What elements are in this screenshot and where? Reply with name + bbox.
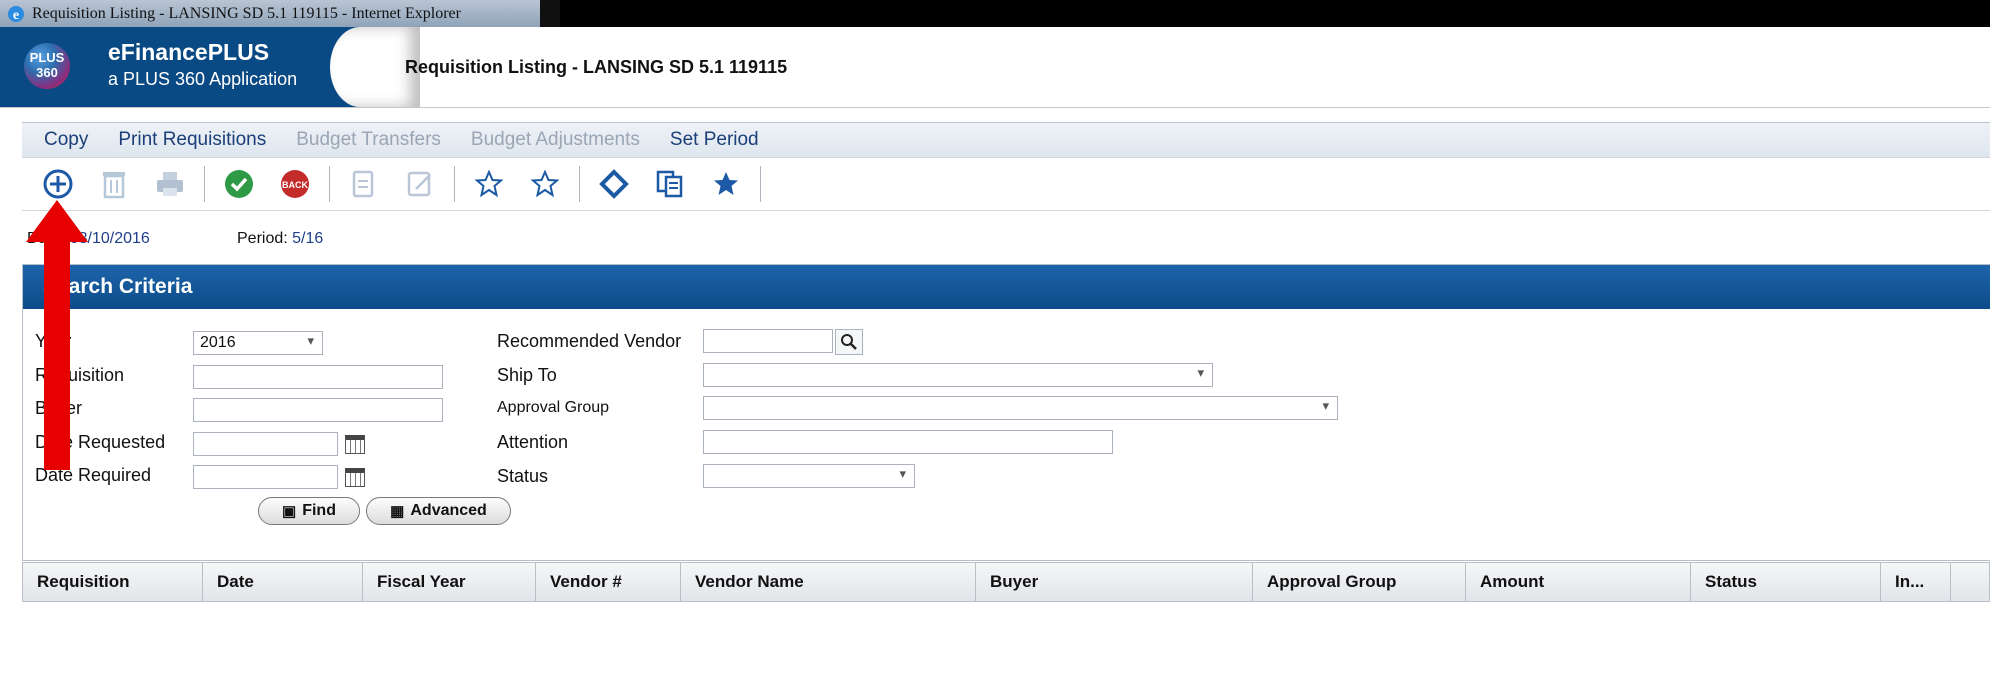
column-header-fiscal-year[interactable]: Fiscal Year [363, 563, 536, 601]
period-value[interactable]: 5/16 [292, 230, 323, 247]
product-name: eFinancePLUS [108, 39, 270, 65]
buyer-input[interactable] [193, 398, 443, 422]
column-header-date[interactable]: Date [203, 563, 363, 601]
calendar-icon[interactable] [345, 468, 365, 487]
search-criteria-panel: Search Criteria Year 2016 Requisition Bu… [22, 264, 1990, 561]
period-label: Period: [237, 230, 288, 247]
requisition-input[interactable] [193, 365, 443, 389]
search-criteria-heading: Search Criteria [23, 265, 1990, 309]
delete-button[interactable] [94, 164, 134, 204]
column-header-approval-group[interactable]: Approval Group [1253, 563, 1466, 601]
brand-area: PLUS 360 eFinancePLUS a PLUS 360 Applica… [0, 27, 360, 107]
notes-icon [407, 171, 431, 197]
column-header-status[interactable]: Status [1691, 563, 1881, 601]
window-title-bar: e Requisition Listing - LANSING SD 5.1 1… [0, 0, 1990, 27]
edit-document-button[interactable] [344, 164, 384, 204]
recommended-vendor-label: Recommended Vendor [497, 331, 682, 351]
favorite-2-button[interactable] [525, 164, 565, 204]
date-required-input[interactable] [193, 465, 338, 489]
diamond-icon [599, 169, 629, 199]
approval-group-select[interactable] [703, 396, 1338, 420]
annotation-arrow [26, 200, 88, 470]
column-header-buyer[interactable]: Buyer [976, 563, 1253, 601]
plus360-logo: PLUS 360 [24, 43, 70, 89]
column-header-vendor-name[interactable]: Vendor Name [681, 563, 976, 601]
menu-item-budget-adjustments: Budget Adjustments [470, 129, 640, 150]
advanced-button[interactable]: ▦ Advanced [366, 497, 511, 525]
print-button[interactable] [150, 164, 190, 204]
svg-text:BACK: BACK [282, 180, 308, 190]
attention-input[interactable] [703, 430, 1113, 454]
binoculars-icon: ▣ [282, 503, 297, 520]
ok-button[interactable] [219, 164, 259, 204]
copy-pages-icon [656, 170, 683, 198]
toolbar: BACK [22, 157, 1990, 211]
year-select[interactable]: 2016 [193, 331, 323, 355]
diamond-button[interactable] [594, 164, 634, 204]
ship-to-select[interactable] [703, 363, 1213, 387]
favorite-button[interactable] [469, 164, 509, 204]
column-header-in[interactable]: In... [1881, 563, 1951, 601]
toolbar-separator [329, 166, 330, 202]
ship-to-label: Ship To [497, 365, 557, 385]
attention-label: Attention [497, 432, 569, 452]
add-icon [43, 169, 73, 199]
column-header-requisition[interactable]: Requisition [23, 563, 203, 601]
toolbar-separator [579, 166, 580, 202]
back-button[interactable]: BACK [275, 164, 315, 204]
menu-item-set-period[interactable]: Set Period [670, 129, 759, 151]
copy-pages-button[interactable] [650, 164, 690, 204]
starred-button[interactable] [706, 164, 746, 204]
column-header-vendor-number[interactable]: Vendor # [536, 563, 681, 601]
results-table-body [22, 602, 1990, 689]
page-title: Requisition Listing - LANSING SD 5.1 119… [405, 57, 788, 77]
results-table-header: Requisition Date Fiscal Year Vendor # Ve… [22, 562, 1990, 602]
toolbar-separator [760, 166, 761, 202]
window-title: Requisition Listing - LANSING SD 5.1 119… [32, 4, 461, 22]
menu-item-budget-transfers: Budget Transfers [296, 129, 441, 150]
column-header-amount[interactable]: Amount [1466, 563, 1691, 601]
date-requested-input[interactable] [193, 432, 338, 456]
star-outline-2-icon [530, 169, 560, 198]
advanced-search-icon: ▦ [390, 503, 405, 520]
calendar-icon[interactable] [345, 435, 365, 454]
delete-icon [103, 172, 125, 199]
internet-explorer-icon: e [8, 5, 24, 23]
add-button[interactable] [38, 164, 78, 204]
app-header: PLUS 360 eFinancePLUS a PLUS 360 Applica… [0, 27, 1990, 108]
vendor-search-button[interactable] [835, 329, 863, 355]
menu-item-copy[interactable]: Copy [44, 129, 88, 151]
approval-group-label: Approval Group [497, 399, 610, 416]
menu-bar: Copy Print Requisitions Budget Transfers… [22, 122, 1990, 157]
period-group: Period: 5/16 [237, 230, 323, 248]
star-filled-icon [714, 172, 738, 195]
menu-item-print-requisitions[interactable]: Print Requisitions [118, 129, 266, 151]
find-button[interactable]: ▣ Find [258, 497, 360, 525]
status-select[interactable] [703, 464, 915, 488]
star-outline-icon [474, 169, 504, 198]
svg-text:e: e [13, 8, 19, 23]
ok-icon [225, 170, 253, 198]
edit-doc-icon [352, 170, 374, 198]
back-icon: BACK [281, 170, 309, 198]
product-tagline: a PLUS 360 Application [108, 69, 298, 89]
search-icon [841, 334, 857, 350]
toolbar-separator [454, 166, 455, 202]
print-icon [157, 172, 183, 196]
recommended-vendor-input[interactable] [703, 329, 833, 353]
notes-button[interactable] [400, 164, 440, 204]
status-label: Status [497, 466, 549, 486]
toolbar-separator [204, 166, 205, 202]
